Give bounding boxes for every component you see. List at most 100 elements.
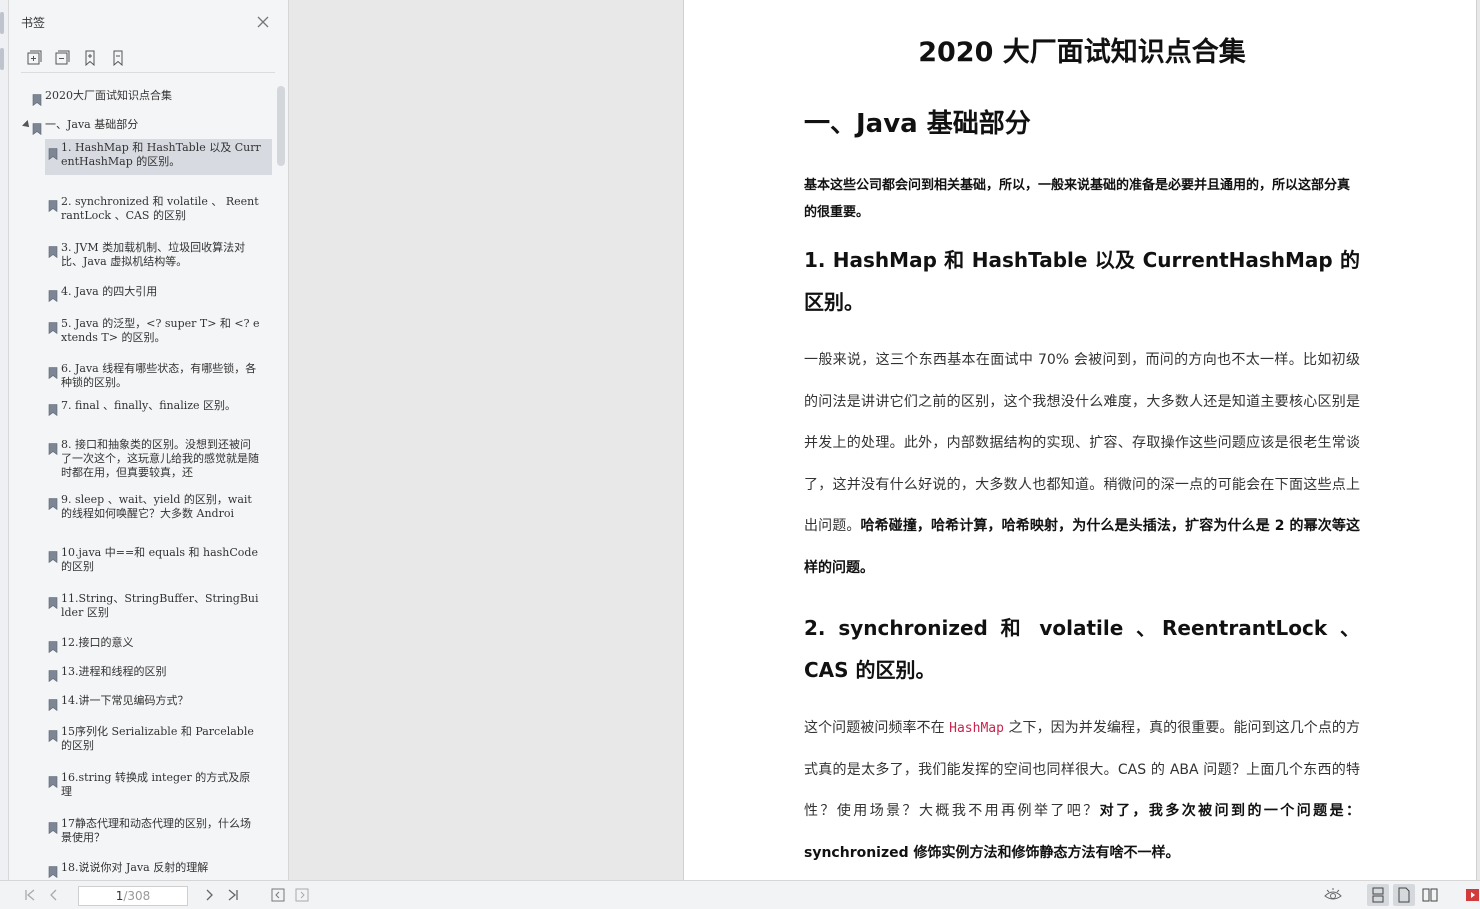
bookmark-label: 9. sleep 、wait、yield 的区别，wait 的线程如何唤醒它？大… [61, 493, 252, 520]
add-bookmark-icon[interactable] [79, 48, 101, 68]
rail-tab-thumbnails[interactable] [0, 48, 4, 70]
bookmark-icon [48, 594, 58, 610]
document-title: 2020 大厂面试知识点合集 [918, 37, 1246, 68]
caret-down-icon[interactable] [22, 120, 32, 130]
bookmark-icon [32, 120, 42, 136]
bookmark-icon [32, 91, 42, 107]
bookmark-label: 5. Java 的泛型，<? super T> 和 <? extends T> … [61, 317, 260, 344]
bookmark-icon [48, 440, 58, 456]
bottom-toolbar: 1/308 [0, 880, 1480, 909]
bookmark-item[interactable]: 18.说说你对 Java 反射的理解 [45, 861, 272, 879]
bookmark-item[interactable]: 9. sleep 、wait、yield 的区别，wait 的线程如何唤醒它？大… [45, 493, 272, 521]
prev-page-icon[interactable] [44, 885, 64, 905]
sidebar-scrollbar[interactable] [277, 86, 285, 166]
inline-code: HashMap [949, 721, 1004, 736]
first-page-icon[interactable] [20, 885, 40, 905]
bookmark-icon [48, 197, 58, 213]
left-rail [0, 0, 9, 880]
bookmark-item[interactable]: 10.java 中==和 equals 和 hashCode 的区别 [45, 546, 272, 574]
bookmark-label: 2. synchronized 和 volatile 、 ReentrantLo… [61, 195, 259, 222]
bookmark-label: 16.string 转换成 integer 的方式及原理 [61, 771, 251, 798]
bookmark-label: 18.说说你对 Java 反射的理解 [61, 861, 209, 874]
bookmark-icon [48, 727, 58, 743]
bookmark-toolbar [23, 48, 129, 70]
subsection-heading-2: 2. synchronized 和 volatile 、ReentrantLoc… [804, 616, 1360, 682]
bookmark-item[interactable]: 7. final 、finally、finalize 区别。 [45, 399, 272, 417]
bookmark-item[interactable]: 2. synchronized 和 volatile 、 ReentrantLo… [45, 195, 272, 223]
presentation-icon[interactable] [1462, 885, 1480, 905]
bookmark-item[interactable]: 8. 接口和抽象类的区别。没想到还被问了一次这个，这玩意儿给我的感觉就是随时都在… [45, 438, 272, 480]
bookmark-icon[interactable] [107, 48, 129, 68]
bookmark-label: 一、Java 基础部分 [45, 118, 139, 131]
bookmark-icon [48, 145, 58, 161]
bookmark-item[interactable]: 一、Java 基础部分 [22, 118, 273, 136]
expand-all-icon[interactable] [23, 48, 45, 68]
bookmark-icon [48, 773, 58, 789]
continuous-view-icon[interactable] [1367, 884, 1389, 906]
page-number-input[interactable]: 1/308 [78, 886, 188, 906]
two-page-icon[interactable] [1419, 884, 1441, 906]
bookmark-item[interactable]: 4. Java 的四大引用 [45, 285, 272, 303]
bookmark-icon [48, 667, 58, 683]
last-page-icon[interactable] [223, 885, 243, 905]
bookmark-item[interactable]: 6. Java 线程有哪些状态，有哪些锁，各种锁的区别。 [45, 362, 272, 390]
bookmark-icon [48, 319, 58, 335]
bookmark-label: 8. 接口和抽象类的区别。没想到还被问了一次这个，这玩意儿给我的感觉就是随时都在… [61, 438, 259, 479]
bookmark-item[interactable]: 3. JVM 类加载机制、垃圾回收算法对比、Java 虚拟机结构等。 [45, 241, 272, 269]
rail-tab-bookmarks[interactable] [0, 12, 4, 34]
bookmark-icon [48, 638, 58, 654]
eye-protect-icon[interactable] [1323, 885, 1343, 905]
bookmark-item[interactable]: 13.进程和线程的区别 [45, 665, 272, 683]
bookmark-item[interactable]: 15序列化 Serializable 和 Parcelable 的区别 [45, 725, 272, 753]
intro-paragraph: 基本这些公司都会问到相关基础，所以，一般来说基础的准备是必要并且通用的，所以这部… [804, 178, 1351, 220]
bookmark-icon [48, 364, 58, 380]
bookmark-label: 6. Java 线程有哪些状态，有哪些锁，各种锁的区别。 [61, 362, 257, 389]
prev-view-icon[interactable] [268, 885, 288, 905]
paragraph-text: 一般来说，这三个东西基本在面试中 70% 会被问到，而问的方向也不太一样。比如初… [804, 352, 1360, 535]
bookmark-label: 13.进程和线程的区别 [61, 665, 167, 678]
next-page-icon[interactable] [199, 885, 219, 905]
bookmark-icon [48, 696, 58, 712]
bookmark-icon [48, 243, 58, 259]
bookmark-label: 14.讲一下常见编码方式？ [61, 694, 189, 707]
subsection-paragraph-2: 这个问题被问频率不在 HashMap 之下，因为并发编程，真的很重要。能问到这几… [804, 708, 1360, 874]
bookmark-item[interactable]: 5. Java 的泛型，<? super T> 和 <? extends T> … [45, 317, 272, 345]
subsection-paragraph-1: 一般来说，这三个东西基本在面试中 70% 会被问到，而问的方向也不太一样。比如初… [804, 340, 1360, 590]
single-page-icon[interactable] [1393, 884, 1415, 906]
bookmark-item[interactable]: 16.string 转换成 integer 的方式及原理 [45, 771, 272, 799]
bookmark-label: 15序列化 Serializable 和 Parcelable 的区别 [61, 725, 254, 752]
section-heading: 一、Java 基础部分 [804, 109, 1031, 139]
bookmark-item[interactable]: 1. HashMap 和 HashTable 以及 CurrentHashMap… [45, 139, 272, 175]
bookmark-icon [48, 287, 58, 303]
bookmark-panel: 书签 2020大厂面试知识点合集 一、Java 基础部分 1. HashMap 和 … [9, 0, 289, 880]
subsection-heading-1: 1. HashMap 和 HashTable 以及 CurrentHashMap… [804, 248, 1360, 314]
next-view-icon[interactable] [292, 885, 312, 905]
bookmark-label: 1. HashMap 和 HashTable 以及 CurrentHashMap… [61, 141, 261, 168]
collapse-all-icon[interactable] [51, 48, 73, 68]
bookmark-icon [48, 495, 58, 511]
bookmark-label: 17静态代理和动态代理的区别，什么场景使用？ [61, 817, 251, 844]
bookmark-icon [48, 548, 58, 564]
bookmark-item[interactable]: 11.String、StringBuffer、StringBuilder 区别 [45, 592, 272, 620]
bookmark-label: 7. final 、finally、finalize 区别。 [61, 399, 237, 412]
bookmark-item[interactable]: 2020大厂面试知识点合集 [29, 89, 273, 107]
bookmark-icon [48, 819, 58, 835]
bookmark-icon [48, 863, 58, 879]
bookmark-label: 10.java 中==和 equals 和 hashCode 的区别 [61, 546, 258, 573]
bookmark-panel-header: 书签 [9, 0, 288, 44]
document-page: 2020 大厂面试知识点合集 一、Java 基础部分 基本这些公司都会问到相关基… [683, 0, 1477, 880]
bookmark-icon [48, 401, 58, 417]
bookmark-label: 12.接口的意义 [61, 636, 134, 649]
total-pages: /308 [123, 889, 151, 903]
close-icon[interactable] [255, 14, 271, 30]
bookmark-item[interactable]: 14.讲一下常见编码方式？ [45, 694, 272, 712]
bookmark-label: 4. Java 的四大引用 [61, 285, 158, 298]
bookmark-item[interactable]: 17静态代理和动态代理的区别，什么场景使用？ [45, 817, 272, 845]
paragraph-emphasis: 哈希碰撞，哈希计算，哈希映射，为什么是头插法，扩容为什么是 2 的幂次等这样的问… [804, 518, 1360, 576]
paragraph-text: 这个问题被问频率不在 [804, 720, 950, 736]
bookmark-label: 3. JVM 类加载机制、垃圾回收算法对比、Java 虚拟机结构等。 [61, 241, 246, 268]
bookmark-panel-title: 书签 [21, 16, 46, 30]
document-viewport[interactable]: 2020 大厂面试知识点合集 一、Java 基础部分 基本这些公司都会问到相关基… [289, 0, 1480, 880]
bookmark-item[interactable]: 12.接口的意义 [45, 636, 272, 654]
bookmark-label: 2020大厂面试知识点合集 [45, 89, 172, 102]
